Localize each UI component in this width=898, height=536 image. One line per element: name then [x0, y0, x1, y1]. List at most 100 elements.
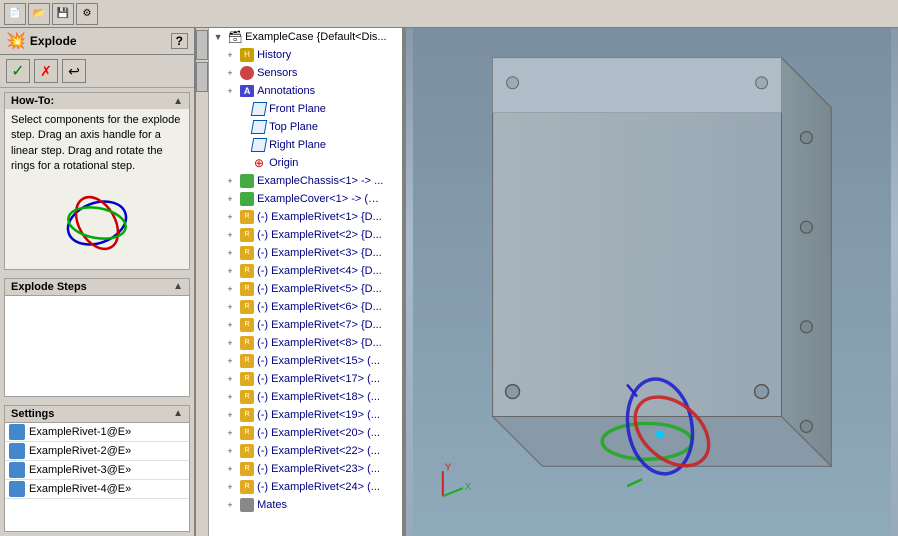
tree-item[interactable]: + R (-) ExampleRivet<19> (... [209, 406, 402, 424]
tree-expand-icon[interactable]: + [223, 462, 237, 476]
options-button[interactable]: ⚙ [76, 3, 98, 25]
main-area: 💥 Explode ? ✓ ✗ ↩ How-To: ▲ Select compo… [0, 28, 898, 536]
tree-tab-1[interactable] [196, 30, 208, 60]
explode-icon: 💥 [6, 31, 26, 51]
tree-item-icon: A [239, 83, 255, 99]
tree-item[interactable]: Right Plane [209, 136, 402, 154]
tree-item-label: (-) ExampleRivet<1> {D... [257, 209, 382, 225]
explode-header: 💥 Explode ? [0, 28, 194, 55]
tree-expand-icon[interactable]: + [223, 390, 237, 404]
settings-item[interactable]: ExampleRivet-2@E» [5, 442, 189, 461]
tree-item-icon: R [239, 443, 255, 459]
tree-item-label: (-) ExampleRivet<5> {D... [257, 281, 382, 297]
tree-item-icon [239, 497, 255, 513]
tree-expand-icon[interactable]: + [223, 498, 237, 512]
tree-expand-icon[interactable]: + [223, 336, 237, 350]
tree-expand-icon[interactable]: + [223, 174, 237, 188]
tree-item[interactable]: + R (-) ExampleRivet<22> (... [209, 442, 402, 460]
tree-item[interactable]: + R (-) ExampleRivet<18> (... [209, 388, 402, 406]
feature-tree[interactable]: ▼ 🗃 ExampleCase {Default<Dis... + H Hist… [209, 28, 404, 536]
confirm-button[interactable]: ✓ [6, 59, 30, 83]
svg-text:Y: Y [445, 462, 452, 473]
explode-steps-header: Explode Steps ▲ [5, 279, 189, 296]
viewport[interactable]: Y X [406, 28, 898, 536]
tree-item[interactable]: + R (-) ExampleRivet<6> {D... [209, 298, 402, 316]
tree-expand-icon[interactable]: + [223, 246, 237, 260]
tree-item[interactable]: + R (-) ExampleRivet<3> {D... [209, 244, 402, 262]
tree-item[interactable]: + ExampleCover<1> -> (… [209, 190, 402, 208]
tree-item[interactable]: + H History [209, 46, 402, 64]
tree-item[interactable]: + R (-) ExampleRivet<23> (... [209, 460, 402, 478]
tree-item[interactable]: + R (-) ExampleRivet<7> {D... [209, 316, 402, 334]
explode-title: Explode [30, 34, 77, 48]
viewport-svg: Y X [406, 28, 898, 536]
settings-collapse[interactable]: ▲ [173, 408, 183, 419]
tree-expand-icon[interactable]: + [223, 426, 237, 440]
tree-item[interactable]: + R (-) ExampleRivet<20> (... [209, 424, 402, 442]
tree-root[interactable]: ▼ 🗃 ExampleCase {Default<Dis... [209, 28, 402, 46]
tree-expand-icon[interactable]: + [223, 480, 237, 494]
tree-item-label: Right Plane [269, 137, 326, 153]
undo-button[interactable]: ↩ [62, 59, 86, 83]
tree-expand-icon[interactable]: + [223, 48, 237, 62]
tree-expand-icon[interactable]: + [223, 372, 237, 386]
tree-expand-icon[interactable]: + [223, 300, 237, 314]
settings-item[interactable]: ExampleRivet-1@E» [5, 423, 189, 442]
tree-item-label: Annotations [257, 83, 315, 99]
root-expand-icon[interactable]: ▼ [211, 30, 225, 44]
settings-section: Settings ▲ ExampleRivet-1@E»ExampleRivet… [4, 405, 190, 532]
tree-item[interactable]: + ExampleChassis<1> -> ... [209, 172, 402, 190]
tree-item[interactable]: + R (-) ExampleRivet<8> {D... [209, 334, 402, 352]
tree-item-label: (-) ExampleRivet<2> {D... [257, 227, 382, 243]
tree-expand-icon[interactable]: + [223, 444, 237, 458]
tree-item-label: (-) ExampleRivet<23> (... [257, 461, 380, 477]
settings-item-icon [9, 462, 25, 478]
tree-item[interactable]: Top Plane [209, 118, 402, 136]
tree-item-label: ExampleCover<1> -> (… [257, 191, 379, 207]
svg-text:X: X [465, 482, 472, 493]
tree-item[interactable]: + R (-) ExampleRivet<4> {D... [209, 262, 402, 280]
tree-expand-spacer [235, 102, 249, 116]
tree-item[interactable]: + A Annotations [209, 82, 402, 100]
tree-item-label: (-) ExampleRivet<3> {D... [257, 245, 382, 261]
tree-expand-icon[interactable]: + [223, 318, 237, 332]
tree-expand-icon[interactable]: + [223, 192, 237, 206]
tree-expand-icon[interactable]: + [223, 210, 237, 224]
tree-item-icon: R [239, 461, 255, 477]
tree-item-icon: R [239, 353, 255, 369]
howto-collapse[interactable]: ▲ [173, 96, 183, 107]
settings-item[interactable]: ExampleRivet-4@E» [5, 480, 189, 499]
tree-item[interactable]: + Sensors [209, 64, 402, 82]
tree-expand-icon[interactable]: + [223, 354, 237, 368]
cancel-button[interactable]: ✗ [34, 59, 58, 83]
tree-expand-icon[interactable]: + [223, 66, 237, 80]
tree-expand-icon[interactable]: + [223, 408, 237, 422]
tree-item-label: (-) ExampleRivet<17> (... [257, 371, 380, 387]
tree-item[interactable]: + R (-) ExampleRivet<17> (... [209, 370, 402, 388]
tree-item-icon [239, 173, 255, 189]
tree-item[interactable]: + R (-) ExampleRivet<1> {D... [209, 208, 402, 226]
tree-item[interactable]: + R (-) ExampleRivet<5> {D... [209, 280, 402, 298]
tree-expand-icon[interactable]: + [223, 264, 237, 278]
tree-item[interactable]: + Mates [209, 496, 402, 514]
tree-expand-spacer [235, 120, 249, 134]
save-button[interactable]: 💾 [52, 3, 74, 25]
settings-item[interactable]: ExampleRivet-3@E» [5, 461, 189, 480]
open-button[interactable]: 📂 [28, 3, 50, 25]
tree-expand-icon[interactable]: + [223, 282, 237, 296]
tree-item[interactable]: Front Plane [209, 100, 402, 118]
help-button[interactable]: ? [171, 33, 188, 49]
tree-tab-2[interactable] [196, 62, 208, 92]
tree-item[interactable]: ⊕ Origin [209, 154, 402, 172]
tree-item[interactable]: + R (-) ExampleRivet<24> (... [209, 478, 402, 496]
tree-item[interactable]: + R (-) ExampleRivet<2> {D... [209, 226, 402, 244]
tree-item-icon: R [239, 281, 255, 297]
tree-item[interactable]: + R (-) ExampleRivet<15> (... [209, 352, 402, 370]
tree-expand-icon[interactable]: + [223, 84, 237, 98]
tree-item-label: History [257, 47, 291, 63]
explode-steps-collapse[interactable]: ▲ [173, 281, 183, 292]
tree-expand-icon[interactable]: + [223, 228, 237, 242]
settings-item-label: ExampleRivet-1@E» [29, 426, 131, 438]
new-button[interactable]: 📄 [4, 3, 26, 25]
howto-diagram [11, 183, 183, 263]
